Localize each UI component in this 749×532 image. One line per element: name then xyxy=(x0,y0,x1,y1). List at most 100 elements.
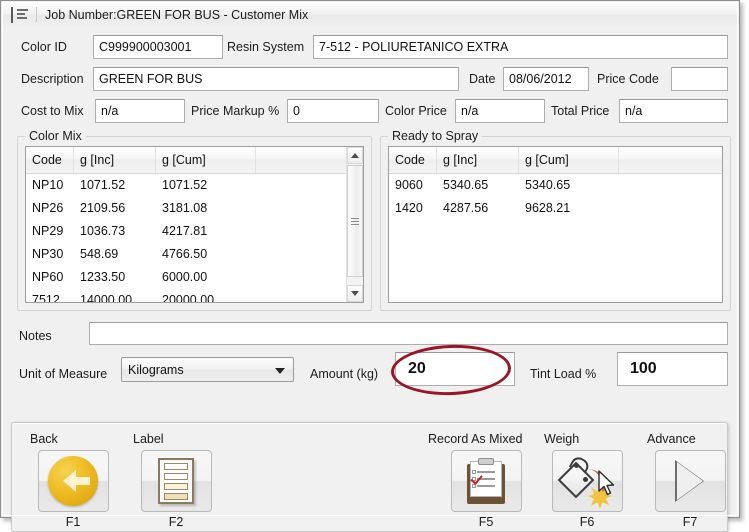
cell-cum: 5340.65 xyxy=(525,177,571,192)
price-code-label: Price Code xyxy=(597,72,659,86)
cell-inc: 1071.52 xyxy=(80,177,126,192)
record-as-mixed-caption: Record As Mixed xyxy=(428,432,523,446)
cell-cum: 3181.08 xyxy=(162,200,208,215)
record-as-mixed-button-group: Record As Mixed F5 xyxy=(426,432,546,529)
advance-button-caption: Advance xyxy=(647,432,696,446)
table-row[interactable]: NP26 2109.56 3181.08 xyxy=(26,196,363,219)
cost-to-mix-label: Cost to Mix xyxy=(21,104,84,118)
cell-code: NP30 xyxy=(32,246,64,261)
color-mix-listview[interactable]: Code g [Inc] g [Cum] NP10 1071.52 1071.5… xyxy=(25,146,364,303)
table-row[interactable]: 1420 4287.56 9628.21 xyxy=(389,196,722,219)
cell-code: 1420 xyxy=(395,200,423,215)
cell-inc: 1036.73 xyxy=(80,223,126,238)
cell-code: 7512 xyxy=(32,292,60,303)
tint-load-label: Tint Load % xyxy=(530,367,597,381)
table-row[interactable]: 9060 5340.65 5340.65 xyxy=(389,173,722,196)
unit-of-measure-value: Kilograms xyxy=(128,362,184,377)
list-document-icon xyxy=(11,6,29,23)
label-sheet-icon xyxy=(158,458,194,504)
color-price-label: Color Price xyxy=(385,104,447,118)
cell-cum: 6000.00 xyxy=(162,269,208,284)
back-button-caption: Back xyxy=(30,432,58,446)
notes-field[interactable] xyxy=(89,322,728,345)
total-price-field[interactable]: n/a xyxy=(619,99,728,123)
weigh-button-caption: Weigh xyxy=(544,432,580,446)
cell-inc: 5340.65 xyxy=(443,177,489,192)
price-code-field[interactable] xyxy=(671,67,728,91)
paint-pour-icon xyxy=(557,454,613,509)
column-header-cum: g [Cum] xyxy=(519,147,619,173)
cell-code: NP60 xyxy=(32,269,64,284)
cell-code: NP10 xyxy=(32,177,64,192)
cell-cum: 9628.21 xyxy=(525,200,571,215)
color-id-field[interactable]: C999900003001 xyxy=(93,35,223,59)
ready-to-spray-rows: 9060 5340.65 5340.65 1420 4287.56 9628.2… xyxy=(389,173,722,302)
tint-load-field[interactable]: 100 xyxy=(617,352,728,386)
price-markup-field[interactable]: 0 xyxy=(287,99,379,123)
color-price-field[interactable]: n/a xyxy=(455,99,545,123)
advance-button[interactable] xyxy=(654,450,726,512)
table-row[interactable]: NP29 1036.73 4217.81 xyxy=(26,219,363,242)
chevron-up-icon xyxy=(351,153,359,158)
back-button-group: Back F1 xyxy=(28,432,118,529)
column-header-inc: g [Inc] xyxy=(74,147,156,173)
column-header-inc: g [Inc] xyxy=(437,147,519,173)
chevron-down-icon xyxy=(351,291,359,296)
scroll-down-button[interactable] xyxy=(347,285,363,302)
column-header-code: Code xyxy=(389,147,437,173)
record-as-mixed-button[interactable] xyxy=(450,450,522,512)
description-label: Description xyxy=(21,72,84,86)
description-field[interactable]: GREEN FOR BUS xyxy=(93,67,459,91)
amount-label: Amount (kg) xyxy=(310,367,379,381)
column-header-cum: g [Cum] xyxy=(156,147,256,173)
cell-code: 9060 xyxy=(395,177,423,192)
label-button-caption: Label xyxy=(133,432,164,446)
weigh-button[interactable] xyxy=(551,450,623,512)
table-row[interactable]: NP30 548.69 4766.50 xyxy=(26,242,363,265)
back-button[interactable] xyxy=(37,450,109,512)
cell-code: NP26 xyxy=(32,200,64,215)
clipboard-check-icon xyxy=(465,458,507,504)
color-mix-rows: NP10 1071.52 1071.52 NP26 2109.56 3181.0… xyxy=(26,173,363,303)
cost-to-mix-field[interactable]: n/a xyxy=(95,99,185,123)
color-mix-scrollbar[interactable] xyxy=(346,147,363,302)
cell-cum: 4217.81 xyxy=(162,223,208,238)
scroll-up-button[interactable] xyxy=(347,147,363,164)
column-header-code: Code xyxy=(26,147,74,173)
window-title: Job Number:GREEN FOR BUS - Customer Mix xyxy=(45,7,309,22)
play-triangle-icon xyxy=(677,462,703,500)
table-row[interactable]: NP10 1071.52 1071.52 xyxy=(26,173,363,196)
ready-to-spray-header: Code g [Inc] g [Cum] xyxy=(389,147,722,174)
ready-to-spray-listview[interactable]: Code g [Inc] g [Cum] 9060 5340.65 5340.6… xyxy=(388,146,723,303)
function-button-bar: Back F1 Label F2 Record As Mixed F5 Weig… xyxy=(11,422,728,532)
cell-cum: 4766.50 xyxy=(162,246,208,261)
label-button[interactable] xyxy=(140,450,212,512)
cell-inc: 548.69 xyxy=(80,246,119,261)
unit-of-measure-select[interactable]: Kilograms xyxy=(121,357,294,382)
chevron-down-icon xyxy=(275,367,285,374)
label-button-group: Label F2 xyxy=(131,432,221,529)
total-price-label: Total Price xyxy=(551,104,610,118)
application-window: Job Number:GREEN FOR BUS - Customer Mix … xyxy=(0,0,740,532)
unit-of-measure-label: Unit of Measure xyxy=(19,367,108,381)
cell-inc: 4287.56 xyxy=(443,200,489,215)
weigh-button-group: Weigh F6 xyxy=(542,432,632,529)
notes-label: Notes xyxy=(19,329,52,343)
price-markup-label: Price Markup % xyxy=(191,104,280,118)
resin-system-label: Resin System xyxy=(227,40,305,54)
cell-inc: 1233.50 xyxy=(80,269,126,284)
table-row[interactable]: NP60 1233.50 6000.00 xyxy=(26,265,363,288)
amount-field[interactable]: 20 xyxy=(395,352,515,386)
color-id-label: Color ID xyxy=(21,40,67,54)
form-area: Color ID C999900003001 Resin System 7-51… xyxy=(3,26,737,532)
back-arrow-icon xyxy=(48,456,98,506)
table-row[interactable]: 7512 14000.00 20000.00 xyxy=(26,288,363,303)
cell-cum: 20000.00 xyxy=(162,292,215,303)
ready-to-spray-caption: Ready to Spray xyxy=(388,129,483,143)
cell-code: NP29 xyxy=(32,223,64,238)
resin-system-field[interactable]: 7-512 - POLIURETANICO EXTRA xyxy=(313,35,728,59)
title-separator xyxy=(36,7,37,22)
title-bar: Job Number:GREEN FOR BUS - Customer Mix xyxy=(3,3,737,27)
date-field[interactable]: 08/06/2012 xyxy=(503,67,589,91)
scrollbar-thumb[interactable] xyxy=(347,165,363,277)
